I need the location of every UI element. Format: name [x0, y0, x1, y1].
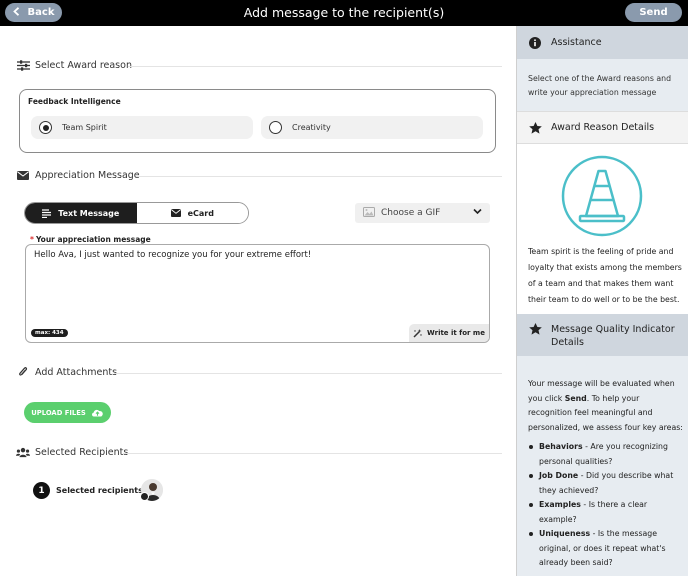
divider [128, 66, 502, 67]
assistance-text: Select one of the Award reasons and writ… [528, 74, 672, 97]
tab-label: Text Message [58, 208, 120, 218]
reason-option-creativity[interactable]: Creativity [261, 116, 483, 139]
quality-body: Your message will be evaluated when you … [517, 356, 688, 576]
cloud-upload-icon [91, 409, 103, 417]
award-reason-heading: Select Award reason [16, 59, 132, 71]
message-label-text: Your appreciation message [35, 235, 151, 244]
main-form: Select Award reason Feedback Intelligenc… [0, 26, 516, 576]
paperclip-icon [16, 366, 30, 378]
star-icon [528, 323, 542, 335]
award-details-title: Award Reason Details [551, 122, 655, 133]
radio-selected[interactable] [39, 121, 52, 134]
quality-header: Message Quality Indicator Details [517, 314, 688, 356]
message-value[interactable]: Hello Ava, I just wanted to recognize yo… [34, 250, 311, 260]
attachments-title: Add Attachments [35, 366, 118, 378]
criteria-term: Job Done [539, 471, 579, 480]
quality-intro-send: Send [564, 393, 587, 403]
avatar-status-badge [140, 492, 149, 501]
selected-recipients-label: Selected recipients [56, 486, 143, 495]
star-icon [528, 121, 542, 134]
page-title: Add message to the recipient(s) [243, 5, 445, 20]
award-details-header: Award Reason Details [517, 111, 688, 144]
criteria-term: Behaviors [539, 442, 583, 451]
traffic-cone-icon [561, 155, 643, 240]
tab-ecard[interactable]: eCard [136, 203, 248, 223]
chevron-down-icon [473, 208, 482, 218]
users-icon [16, 446, 30, 458]
required-marker: * [30, 235, 34, 244]
write-it-for-me-button[interactable]: Write it for me [409, 324, 489, 342]
magic-wand-icon [413, 328, 422, 338]
reason-option-label: Team Spirit [62, 123, 107, 132]
gif-select[interactable]: Choose a GIF [355, 203, 490, 223]
award-details-text: Team spirit is the feeling of pride and … [528, 247, 682, 304]
tab-label: eCard [187, 208, 214, 218]
gif-select-label: Choose a GIF [381, 208, 441, 218]
write-it-for-me-label: Write it for me [427, 329, 485, 337]
assistance-panel: Assistance Select one of the Award reaso… [516, 26, 688, 576]
appreciation-heading: Appreciation Message [16, 169, 140, 181]
quality-title: Message Quality Indicator Details [551, 324, 675, 348]
divider [123, 453, 502, 454]
award-reason-title: Select Award reason [35, 59, 132, 71]
recipients-title: Selected Recipients [35, 446, 129, 458]
list-item: Behaviors - Are you recognizing personal… [528, 440, 684, 469]
award-reason-box: Feedback Intelligence Team Spirit Creati… [19, 89, 496, 153]
upload-files-label: UPLOAD FILES [31, 408, 86, 417]
message-label: * Your appreciation message [30, 235, 151, 244]
assistance-header: Assistance [517, 26, 688, 59]
criteria-term: Examples [539, 500, 581, 509]
list-item: Examples - Is there a clear example? [528, 498, 684, 527]
reason-option-team-spirit[interactable]: Team Spirit [31, 116, 253, 139]
assistance-title: Assistance [551, 37, 602, 48]
recipients-heading: Selected Recipients [16, 446, 128, 458]
image-icon [363, 206, 375, 220]
quality-criteria-list: Behaviors - Are you recognizing personal… [528, 440, 684, 571]
top-bar: Back Add message to the recipient(s) Sen… [0, 0, 688, 26]
upload-files-button[interactable]: UPLOAD FILES [24, 402, 111, 423]
feedback-intelligence-label: Feedback Intelligence [28, 97, 121, 106]
envelope-icon [16, 169, 30, 181]
attachments-heading: Add Attachments [16, 366, 117, 378]
message-type-toggle: Text Message eCard [24, 202, 249, 224]
radio-unselected[interactable] [269, 121, 282, 134]
quality-intro: Your message will be evaluated when you … [528, 377, 684, 435]
info-circle-icon [528, 36, 542, 49]
sliders-icon [16, 59, 30, 71]
text-lines-icon [42, 208, 52, 218]
appreciation-title: Appreciation Message [35, 169, 140, 181]
envelope-icon [170, 209, 181, 217]
criteria-term: Uniqueness [539, 529, 591, 538]
tab-text-message[interactable]: Text Message [25, 203, 137, 223]
assistance-body: Select one of the Award reasons and writ… [517, 59, 688, 111]
reason-option-label: Creativity [292, 123, 331, 132]
message-textarea[interactable]: Hello Ava, I just wanted to recognize yo… [25, 244, 490, 343]
list-item: Uniqueness - Is the message original, or… [528, 527, 684, 571]
send-button[interactable]: Send [625, 3, 682, 22]
recipient-count-badge: 1 [33, 482, 50, 499]
divider [114, 373, 502, 374]
list-item: Job Done - Did you describe what they ac… [528, 469, 684, 498]
divider [136, 176, 502, 177]
max-length-badge: max: 434 [31, 329, 68, 337]
